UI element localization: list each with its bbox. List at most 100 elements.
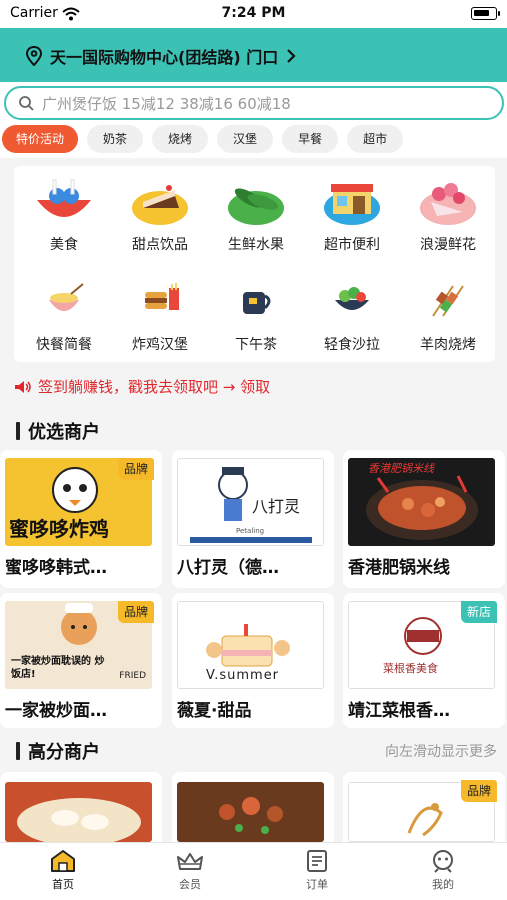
merchant-thumbnail: V.summer (177, 601, 324, 689)
chip-burger[interactable]: 汉堡 (217, 125, 274, 153)
merchant-thumbnail: 八打灵 Petaling (177, 458, 324, 546)
tab-label: 我的 (432, 878, 454, 891)
sign-in-notice[interactable]: 签到躺赚钱，戳我去领取吧 → 领取 (14, 376, 270, 397)
order-icon (307, 850, 327, 872)
store-icon (324, 184, 380, 225)
merchant-card[interactable]: V.summer 薇夏·甜品 (172, 593, 334, 728)
tab-label: 订单 (306, 878, 328, 891)
quick-filter-chips: 特价活动 奶茶 烧烤 汉堡 早餐 超市 (2, 125, 404, 153)
category-supermarket[interactable]: 超市便利 (304, 178, 400, 254)
merchant-name: 一家被炒面… (5, 701, 107, 721)
category-label: 生鲜水果 (228, 237, 284, 253)
chip-bbq[interactable]: 烧烤 (152, 125, 209, 153)
category-label: 超市便利 (324, 237, 380, 253)
category-label: 轻食沙拉 (324, 337, 380, 353)
chevron-right-icon (287, 49, 296, 63)
category-fried-chicken[interactable]: 炸鸡汉堡 (112, 278, 208, 354)
search-placeholder: 广州煲仔饭 15减12 38减16 60减18 (42, 94, 291, 113)
location-label: 天一国际购物中心(团结路) 门口 (50, 48, 279, 67)
category-label: 浪漫鲜花 (420, 237, 476, 253)
category-label: 甜点饮品 (132, 237, 188, 253)
thumb-text: 八打灵 (252, 497, 301, 516)
merchant-card[interactable]: 八打灵 Petaling 八打灵（德… (172, 450, 334, 588)
merchant-card[interactable]: 品牌 (343, 772, 505, 842)
flower-icon (420, 183, 476, 225)
thumb-text: 一家被炒面耽误的 炒饭店! (11, 656, 105, 680)
category-dessert[interactable]: 甜点饮品 (112, 178, 208, 254)
tab-label: 首页 (52, 878, 74, 891)
tab-profile[interactable]: 我的 (408, 849, 478, 892)
location-pin-icon (26, 46, 42, 66)
section-featured-header: 优选商户 (16, 418, 100, 444)
category-salad[interactable]: 轻食沙拉 (304, 278, 400, 354)
category-afternoon-tea[interactable]: 下午茶 (208, 278, 304, 354)
merchant-name: 香港肥锅米线 (348, 558, 450, 578)
home-icon (51, 850, 75, 872)
category-label: 羊肉烧烤 (420, 337, 476, 353)
brand-badge: 品牌 (117, 601, 154, 623)
merchant-thumbnail (5, 782, 152, 842)
section-top-rated-header: 高分商户 (16, 738, 100, 764)
notice-text: 签到躺赚钱，戳我去领取吧 → 领取 (38, 378, 271, 396)
merchant-card[interactable]: 香港肥锅米线 香港肥锅米线 (343, 450, 505, 588)
salad-icon (335, 287, 369, 310)
bowl-icon (49, 283, 84, 311)
merchant-card[interactable]: 一家被炒面耽误的 炒饭店! FRIED 品牌 一家被炒面… (0, 593, 162, 728)
tab-home[interactable]: 首页 (28, 849, 98, 892)
profile-icon (433, 850, 453, 873)
thumb-subtext: Petaling (236, 527, 265, 535)
cake-icon (132, 185, 188, 225)
chip-supermarket[interactable]: 超市 (347, 125, 404, 153)
category-grid: 美食 甜点饮品 生鲜水果 超市便利 浪漫鲜花 快餐简餐 炸鸡汉堡 下午茶 轻食沙… (14, 166, 495, 362)
tea-icon (243, 292, 271, 314)
chip-breakfast[interactable]: 早餐 (282, 125, 339, 153)
section-title: 优选商户 (28, 422, 100, 443)
tab-label: 会员 (179, 878, 201, 891)
thumb-text: 蜜哆哆炸鸡 (9, 517, 109, 541)
category-lamb-bbq[interactable]: 羊肉烧烤 (400, 278, 496, 354)
category-label: 美食 (50, 237, 78, 253)
header: 天一国际购物中心(团结路) 门口 广州煲仔饭 15减12 38减16 60减18… (0, 28, 507, 158)
search-bar[interactable]: 广州煲仔饭 15减12 38减16 60减18 (4, 86, 504, 120)
chip-milk-tea[interactable]: 奶茶 (87, 125, 144, 153)
category-label: 快餐简餐 (36, 337, 92, 353)
brand-badge: 品牌 (460, 780, 497, 802)
category-label: 炸鸡汉堡 (132, 337, 188, 353)
category-fast-food[interactable]: 快餐简餐 (16, 278, 112, 354)
category-flowers[interactable]: 浪漫鲜花 (400, 178, 496, 254)
crown-icon (177, 853, 203, 870)
location-selector[interactable]: 天一国际购物中心(团结路) 门口 (26, 44, 296, 68)
merchant-name: 薇夏·甜品 (177, 701, 252, 721)
status-bar: Carrier 7:24 PM (0, 0, 507, 28)
cucumber-icon (228, 188, 284, 225)
bottom-tab-bar: 首页 会员 订单 我的 (0, 842, 507, 900)
food-icon (37, 179, 91, 217)
thumb-text: V.summer (206, 668, 280, 683)
search-icon (19, 96, 34, 111)
merchant-name: 靖江菜根香… (348, 701, 450, 721)
new-store-badge: 新店 (460, 601, 497, 623)
chip-special-offers[interactable]: 特价活动 (2, 125, 79, 153)
swipe-hint: 向左滑动显示更多 (385, 744, 497, 760)
merchant-card[interactable]: 菜根香美食 新店 靖江菜根香… (343, 593, 505, 728)
category-food[interactable]: 美食 (16, 178, 112, 254)
brand-badge: 品牌 (117, 458, 154, 480)
battery-icon (471, 7, 500, 20)
thumb-subtext: FRIED (119, 671, 146, 681)
speaker-icon (15, 380, 31, 393)
merchant-thumbnail (177, 782, 324, 842)
merchant-card[interactable]: 蜜哆哆炸鸡 品牌 蜜哆哆韩式… (0, 450, 162, 588)
merchant-name: 八打灵（德… (177, 558, 279, 578)
category-label: 下午茶 (235, 337, 277, 353)
tab-member[interactable]: 会员 (155, 849, 225, 892)
merchant-name: 蜜哆哆韩式… (5, 558, 107, 578)
category-fresh[interactable]: 生鲜水果 (208, 178, 304, 254)
section-title: 高分商户 (28, 742, 100, 763)
merchant-thumbnail: 香港肥锅米线 (348, 458, 495, 546)
merchant-card[interactable] (172, 772, 334, 842)
thumb-text: 菜根香美食 (383, 662, 438, 675)
skewer-icon (432, 285, 464, 317)
burger-icon (145, 283, 179, 310)
tab-orders[interactable]: 订单 (282, 849, 352, 892)
merchant-card[interactable] (0, 772, 162, 842)
